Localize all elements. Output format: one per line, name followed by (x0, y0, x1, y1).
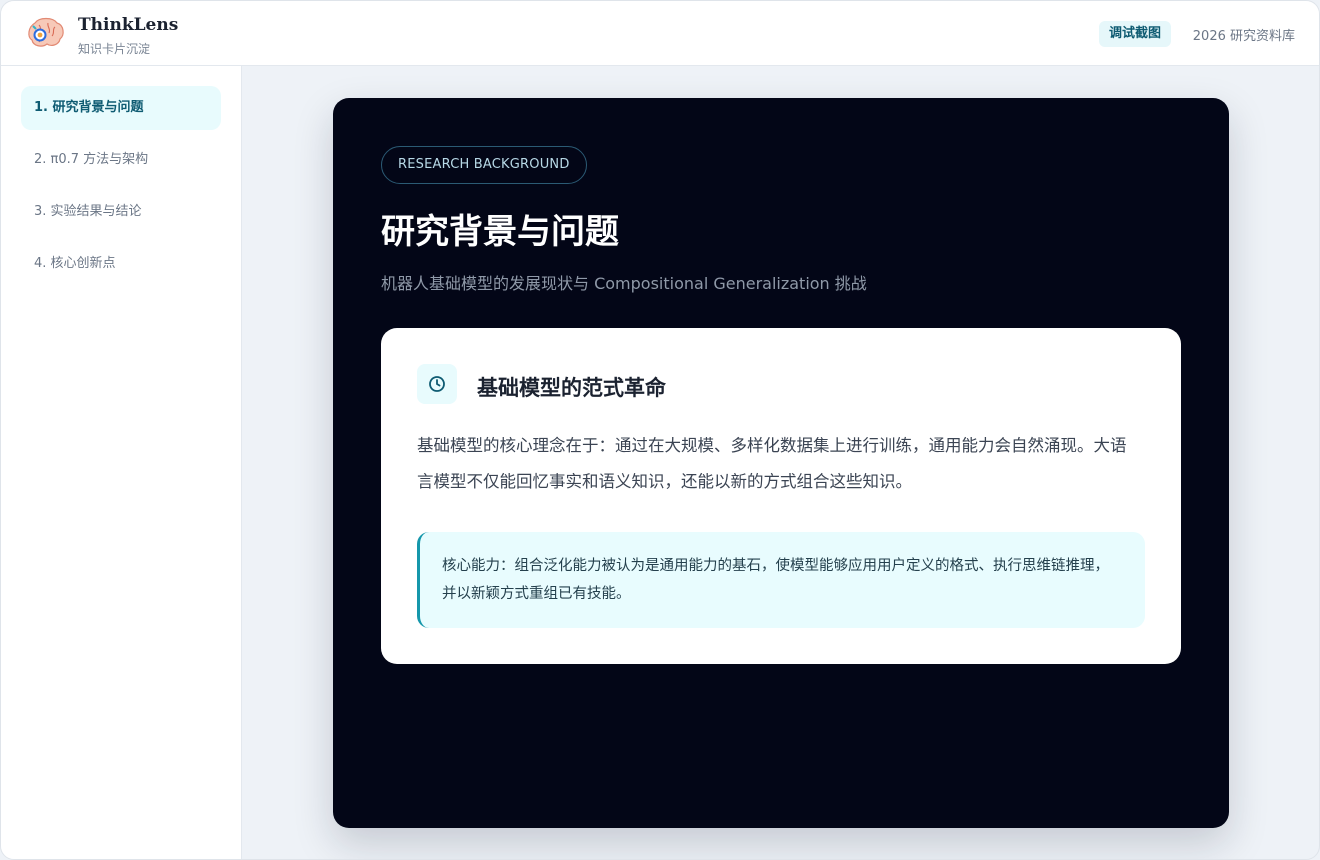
section-tag: RESEARCH BACKGROUND (381, 146, 587, 184)
clock-icon (429, 376, 445, 392)
debug-screenshot-badge[interactable]: 调试截图 (1099, 21, 1172, 47)
library-label: 2026 研究资料库 (1192, 29, 1295, 44)
sidebar-item-experiment-results[interactable]: 3. 实验结果与结论 (21, 190, 221, 234)
content-card: 基础模型的范式革命 基础模型的核心理念在于：通过在大规模、多样化数据集上进行训练… (381, 328, 1181, 664)
slide-title: 研究背景与问题 (381, 212, 619, 252)
brand-name: ThinkLens (78, 15, 179, 35)
callout-box: 核心能力：组合泛化能力被认为是通用能力的基石，使模型能够应用用户定义的格式、执行… (417, 532, 1145, 628)
sidebar-item-core-innovations[interactable]: 4. 核心创新点 (21, 242, 221, 286)
slide-card: RESEARCH BACKGROUND 研究背景与问题 机器人基础模型的发展现状… (333, 98, 1229, 828)
sidebar-item-method-architecture[interactable]: 2. π0.7 方法与架构 (21, 138, 221, 182)
app-header: ThinkLens 知识卡片沉淀 调试截图 2026 研究资料库 (1, 1, 1319, 66)
slide-subtitle: 机器人基础模型的发展现状与 Compositional Generalizati… (381, 274, 867, 293)
brain-logo-icon (28, 17, 64, 47)
app-window: ThinkLens 知识卡片沉淀 调试截图 2026 研究资料库 1. 研究背景… (0, 0, 1320, 860)
sidebar: 1. 研究背景与问题 2. π0.7 方法与架构 3. 实验结果与结论 4. 核… (1, 66, 242, 859)
card-title: 基础模型的范式革命 (477, 376, 666, 400)
icon-container (417, 364, 457, 404)
sidebar-item-research-background[interactable]: 1. 研究背景与问题 (21, 86, 221, 130)
brand-subtitle: 知识卡片沉淀 (78, 42, 151, 56)
card-body-text: 基础模型的核心理念在于：通过在大规模、多样化数据集上进行训练，通用能力会自然涌现… (417, 436, 1127, 491)
